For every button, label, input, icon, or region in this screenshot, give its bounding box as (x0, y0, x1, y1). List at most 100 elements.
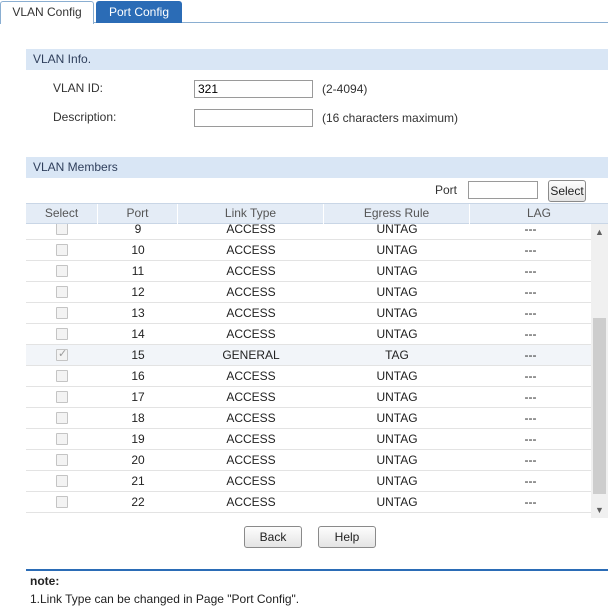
row-lag: --- (524, 264, 537, 278)
row-select-checkbox[interactable] (56, 433, 68, 445)
row-select-checkbox[interactable] (56, 412, 68, 424)
row-lag: --- (524, 243, 537, 257)
members-scrollbar[interactable]: ▲ ▼ (591, 224, 608, 518)
row-egress-rule: UNTAG (376, 264, 418, 278)
row-port: 13 (131, 306, 145, 320)
row-select-checkbox[interactable] (56, 265, 68, 277)
row-lag: --- (524, 348, 537, 362)
vlan-members-section-title: VLAN Members (26, 157, 608, 178)
row-link-type: GENERAL (222, 348, 280, 362)
row-lag: --- (524, 224, 537, 236)
row-lag: --- (524, 285, 537, 299)
row-select-checkbox[interactable] (56, 475, 68, 487)
port-search-input[interactable] (468, 181, 538, 199)
table-row[interactable]: 14 ACCESS UNTAG --- (26, 324, 591, 345)
table-row[interactable]: 12 ACCESS UNTAG --- (26, 282, 591, 303)
scroll-down-icon[interactable]: ▼ (591, 502, 608, 518)
row-port: 15 (131, 348, 145, 362)
row-select-checkbox[interactable] (56, 496, 68, 508)
table-row[interactable]: 11 ACCESS UNTAG --- (26, 261, 591, 282)
scrollbar-thumb[interactable] (593, 318, 606, 494)
row-link-type: ACCESS (226, 306, 276, 320)
scroll-up-icon[interactable]: ▲ (591, 224, 608, 240)
row-lag: --- (524, 495, 537, 509)
port-select-button[interactable]: Select (548, 180, 586, 202)
table-row[interactable]: 22 ACCESS UNTAG --- (26, 492, 591, 513)
column-header-link-type: Link Type (178, 204, 324, 224)
row-lag: --- (524, 453, 537, 467)
table-row[interactable]: 21 ACCESS UNTAG --- (26, 471, 591, 492)
table-row[interactable]: 20 ACCESS UNTAG --- (26, 450, 591, 471)
vlan-info-section-title: VLAN Info. (26, 49, 608, 70)
table-row[interactable]: 10 ACCESS UNTAG --- (26, 240, 591, 261)
row-link-type: ACCESS (226, 390, 276, 404)
note-line: 1.Link Type can be changed in Page "Port… (30, 592, 300, 606)
description-label: Description: (53, 110, 117, 124)
row-link-type: ACCESS (226, 327, 276, 341)
table-row[interactable]: 9 ACCESS UNTAG --- (26, 224, 591, 240)
row-port: 17 (131, 390, 145, 404)
row-link-type: ACCESS (226, 495, 276, 509)
row-egress-rule: UNTAG (376, 453, 418, 467)
vlan-id-hint: (2-4094) (322, 82, 368, 96)
row-lag: --- (524, 327, 537, 341)
port-search-label: Port (435, 183, 458, 197)
back-button[interactable]: Back (244, 526, 302, 548)
row-link-type: ACCESS (226, 285, 276, 299)
row-egress-rule: UNTAG (376, 369, 418, 383)
row-lag: --- (524, 474, 537, 488)
row-egress-rule: UNTAG (376, 327, 418, 341)
note-divider (26, 569, 608, 571)
row-port: 14 (131, 327, 145, 341)
row-port: 18 (131, 411, 145, 425)
row-port: 11 (131, 264, 145, 278)
row-egress-rule: UNTAG (376, 411, 418, 425)
description-input[interactable] (194, 109, 313, 127)
row-egress-rule: UNTAG (376, 495, 418, 509)
column-header-port: Port (98, 204, 178, 224)
row-select-checkbox[interactable] (56, 286, 68, 298)
row-port: 16 (131, 369, 145, 383)
row-link-type: ACCESS (226, 224, 276, 236)
members-table-header: Select Port Link Type Egress Rule LAG (26, 203, 608, 224)
row-egress-rule: UNTAG (376, 285, 418, 299)
row-link-type: ACCESS (226, 243, 276, 257)
row-egress-rule: UNTAG (376, 224, 418, 236)
vlan-id-input[interactable] (194, 80, 313, 98)
note-title: note: (30, 574, 60, 588)
row-select-checkbox[interactable] (56, 454, 68, 466)
row-select-checkbox[interactable] (56, 328, 68, 340)
row-select-checkbox[interactable] (56, 224, 68, 235)
table-row[interactable]: 13 ACCESS UNTAG --- (26, 303, 591, 324)
tab-vlan-config[interactable]: VLAN Config (0, 1, 94, 24)
row-egress-rule: UNTAG (376, 432, 418, 446)
row-link-type: ACCESS (226, 264, 276, 278)
row-link-type: ACCESS (226, 453, 276, 467)
members-table-body[interactable]: 9 ACCESS UNTAG --- 10 ACCESS UNTAG --- 11 ACCESS U… (26, 224, 591, 518)
tab-port-config[interactable]: Port Config (96, 1, 182, 23)
row-lag: --- (524, 390, 537, 404)
row-select-checkbox[interactable] (56, 244, 68, 256)
row-lag: --- (524, 432, 537, 446)
table-row[interactable]: 17 ACCESS UNTAG --- (26, 387, 591, 408)
table-row[interactable]: 19 ACCESS UNTAG --- (26, 429, 591, 450)
help-button[interactable]: Help (318, 526, 376, 548)
row-port: 9 (134, 224, 142, 236)
row-link-type: ACCESS (226, 411, 276, 425)
row-egress-rule: UNTAG (376, 306, 418, 320)
table-row[interactable]: 18 ACCESS UNTAG --- (26, 408, 591, 429)
row-port: 12 (131, 285, 145, 299)
table-row[interactable]: 15 GENERAL TAG --- (26, 345, 591, 366)
row-select-checkbox[interactable] (56, 370, 68, 382)
row-select-checkbox[interactable] (56, 347, 68, 361)
tab-bar: VLAN Config Port Config (0, 0, 608, 24)
row-port: 22 (131, 495, 145, 509)
row-port: 19 (131, 432, 145, 446)
row-egress-rule: UNTAG (376, 243, 418, 257)
row-select-checkbox[interactable] (56, 307, 68, 319)
table-row[interactable]: 16 ACCESS UNTAG --- (26, 366, 591, 387)
row-select-checkbox[interactable] (56, 391, 68, 403)
column-header-select: Select (26, 204, 98, 224)
row-lag: --- (524, 369, 537, 383)
row-egress-rule: UNTAG (376, 390, 418, 404)
